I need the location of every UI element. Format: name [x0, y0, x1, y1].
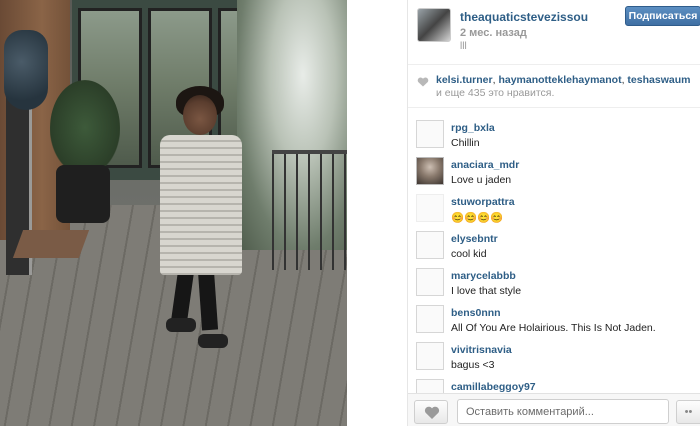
commenter-avatar[interactable]	[416, 268, 444, 296]
panel-gap	[347, 0, 407, 426]
comments-list[interactable]: rpg_bxla Chillin anaciara_mdr Love u jad…	[408, 113, 700, 393]
comment-input[interactable]	[457, 399, 669, 424]
post-photo[interactable]	[0, 0, 347, 426]
comment-item: anaciara_mdr Love u jaden	[416, 153, 696, 190]
owner-avatar[interactable]	[417, 8, 451, 42]
post-header: theaquaticstevezissou Подписаться 2 мес.…	[408, 0, 700, 60]
comment-item: vivitrisnavia bagus <3	[416, 338, 696, 375]
comment-text: Chillin	[451, 137, 480, 149]
commenter-avatar[interactable]	[416, 305, 444, 333]
door-mat	[12, 230, 90, 258]
hanging-lantern	[4, 30, 48, 110]
person-body	[160, 135, 242, 275]
commenter-username[interactable]: elysebntr	[451, 233, 498, 245]
like-user-link[interactable]: haymanotteklehaymanot	[498, 74, 621, 86]
commenter-username[interactable]: camillabeggoy97	[451, 381, 536, 393]
person-head	[183, 95, 217, 135]
follow-button[interactable]: Подписаться	[625, 6, 700, 26]
comment-text: cool kid	[451, 248, 487, 260]
comment-footer: ••	[408, 393, 700, 426]
commenter-username[interactable]: rpg_bxla	[451, 122, 495, 134]
commenter-username[interactable]: stuworpattra	[451, 196, 515, 208]
deck-railing	[272, 150, 347, 270]
commenter-username[interactable]: marycelabbb	[451, 270, 516, 282]
heart-icon	[424, 406, 440, 419]
commenter-avatar[interactable]	[416, 157, 444, 185]
comment-item: marycelabbb I love that style	[416, 264, 696, 301]
comment-item: bens0nnn All Of You Are Holairious. This…	[416, 301, 696, 338]
potted-plant	[50, 80, 120, 175]
commenter-avatar[interactable]	[416, 194, 444, 222]
comment-text: I love that style	[451, 285, 522, 297]
like-user-link[interactable]: teshaswaum	[627, 74, 690, 86]
commenter-avatar[interactable]	[416, 120, 444, 148]
like-button[interactable]	[414, 400, 448, 424]
comment-text: All Of You Are Holairious. This Is Not J…	[451, 322, 656, 334]
comment-item: stuworpattra 😊😊😊😊	[416, 190, 696, 227]
comment-text: bagus <3	[451, 359, 495, 371]
planter-pot	[56, 165, 110, 223]
like-user-link[interactable]: kelsi.turner	[436, 74, 493, 86]
comment-item: rpg_bxla Chillin	[416, 116, 696, 153]
commenter-username[interactable]: anaciara_mdr	[451, 159, 519, 171]
post-timestamp[interactable]: 2 мес. назад	[460, 27, 527, 39]
comment-item: elysebntr cool kid	[416, 227, 696, 264]
comment-text: 😊😊😊😊	[451, 212, 504, 224]
commenter-username[interactable]: vivitrisnavia	[451, 344, 512, 356]
commenter-avatar[interactable]	[416, 379, 444, 393]
comment-item: camillabeggoy97	[416, 375, 696, 393]
post-side-panel: theaquaticstevezissou Подписаться 2 мес.…	[407, 0, 700, 426]
comment-text: Love u jaden	[451, 174, 512, 186]
person-shoe	[166, 318, 196, 332]
commenter-username[interactable]: bens0nnn	[451, 307, 501, 319]
likes-count-text[interactable]: и еще 435 это нравится.	[436, 87, 554, 99]
heart-small-icon	[417, 77, 429, 87]
commenter-avatar[interactable]	[416, 231, 444, 259]
person-shoe	[198, 334, 228, 348]
likes-row: kelsi.turner, haymanotteklehaymanot, tes…	[408, 64, 700, 108]
commenter-avatar[interactable]	[416, 342, 444, 370]
post-caption: lll	[460, 41, 467, 52]
likes-text: kelsi.turner, haymanotteklehaymanot, tes…	[436, 74, 696, 100]
ellipsis-icon[interactable]: ••	[676, 400, 700, 424]
owner-username[interactable]: theaquaticstevezissou	[460, 10, 588, 24]
